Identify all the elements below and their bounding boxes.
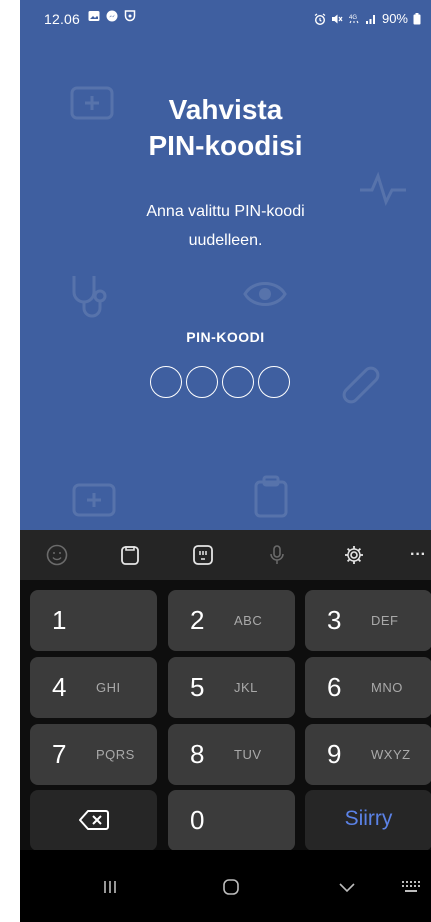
backspace-icon [79, 810, 109, 830]
go-key-label: Siirry [344, 807, 393, 830]
key-letters: WXYZ [371, 747, 411, 762]
key-digit: 8 [190, 739, 205, 769]
battery-percent: 90% [381, 11, 408, 26]
clipboard-bg-icon [254, 475, 288, 518]
voice-input-button[interactable] [264, 542, 290, 568]
key-8[interactable]: 8 TUV [168, 724, 295, 785]
key-digit: 7 [52, 739, 67, 769]
key-0[interactable]: 0 [168, 790, 295, 851]
signal-icon [365, 14, 375, 24]
key-digit: 9 [327, 739, 342, 769]
key-letters: PQRS [96, 747, 135, 762]
key-digit: 2 [190, 605, 205, 635]
eye-icon [243, 282, 287, 306]
key-digit: 6 [327, 672, 342, 702]
phone-screen: 12.06 4G 90% Vahvista PIN-koodisi Anna v… [20, 0, 431, 922]
pin-label: PIN-KOODI [186, 329, 265, 345]
key-letters: TUV [234, 747, 262, 762]
recents-icon [104, 881, 116, 893]
battery-icon [413, 12, 421, 24]
key-9[interactable]: 9 WXYZ [305, 724, 431, 785]
pin-dot [258, 366, 290, 398]
emoji-button[interactable] [44, 542, 70, 568]
status-time: 12.06 [44, 11, 81, 27]
status-bar: 12.06 4G 90% [20, 0, 431, 36]
subtitle-line-2: uudelleen. [188, 232, 263, 249]
home-button[interactable] [216, 874, 246, 900]
recents-button[interactable] [95, 874, 125, 900]
instruction-text: Anna valittu PIN-koodi uudelleen. [20, 197, 431, 255]
sticker-button[interactable] [190, 542, 216, 568]
sticker-icon [193, 545, 213, 565]
more-icon: ··· [410, 546, 426, 563]
key-4[interactable]: 4 GHI [30, 657, 157, 718]
pill-icon [342, 366, 380, 404]
messenger-icon [106, 10, 118, 22]
pin-input[interactable] [150, 366, 290, 398]
medical-kit-icon [72, 483, 116, 517]
key-letters: GHI [96, 680, 121, 695]
key-letters: DEF [371, 613, 399, 628]
4g-icon: 4G [349, 15, 359, 23]
status-system-icons: 4G 90% [314, 11, 421, 26]
keyboard-switch-button[interactable] [396, 874, 426, 900]
system-navigation-bar [20, 850, 431, 922]
stethoscope-icon [72, 276, 107, 318]
key-digit: 0 [190, 805, 205, 835]
clipboard-button[interactable] [117, 542, 143, 568]
shield-icon [124, 10, 136, 22]
settings-icon [345, 546, 363, 564]
key-digit: 3 [327, 605, 342, 635]
mic-icon [270, 545, 284, 564]
pin-dot [186, 366, 218, 398]
key-digit: 5 [190, 672, 205, 702]
image-icon [88, 11, 100, 21]
key-letters: ABC [234, 613, 263, 628]
svg-text:4G: 4G [349, 15, 357, 21]
go-key[interactable]: Siirry [305, 790, 431, 851]
chevron-down-icon [339, 883, 355, 893]
key-letters: MNO [371, 680, 403, 695]
more-options-button[interactable]: ··· [405, 542, 431, 568]
keyboard-icon [402, 881, 420, 892]
key-digit: 4 [52, 672, 67, 702]
key-3[interactable]: 3 DEF [305, 590, 431, 651]
key-1[interactable]: 1 [30, 590, 157, 651]
subtitle-line-1: Anna valittu PIN-koodi [146, 203, 305, 220]
page-title: Vahvista PIN-koodisi [20, 92, 431, 164]
mute-icon [331, 14, 343, 23]
title-line-1: Vahvista [168, 94, 283, 125]
backspace-key[interactable] [30, 790, 157, 851]
emoji-icon [46, 544, 68, 566]
key-digit: 1 [52, 605, 67, 635]
title-line-2: PIN-koodisi [148, 130, 303, 161]
home-icon [223, 879, 239, 895]
pin-dot [222, 366, 254, 398]
pin-dot [150, 366, 182, 398]
key-7[interactable]: 7 PQRS [30, 724, 157, 785]
clipboard-icon [121, 546, 139, 565]
keyboard-toolbar: ··· [20, 530, 431, 580]
key-letters: JKL [234, 680, 258, 695]
key-6[interactable]: 6 MNO [305, 657, 431, 718]
alarm-icon [314, 13, 326, 25]
hide-keyboard-button[interactable] [332, 874, 362, 900]
numeric-keypad: 1 2 ABC 3 DEF 4 GHI 5 JKL 6 MNO 7 PQRS 8… [20, 580, 431, 851]
status-notification-icons [88, 10, 136, 22]
key-2[interactable]: 2 ABC [168, 590, 295, 651]
key-5[interactable]: 5 JKL [168, 657, 295, 718]
pin-confirm-screen: 12.06 4G 90% Vahvista PIN-koodisi Anna v… [20, 0, 431, 530]
keyboard-settings-button[interactable] [341, 542, 367, 568]
